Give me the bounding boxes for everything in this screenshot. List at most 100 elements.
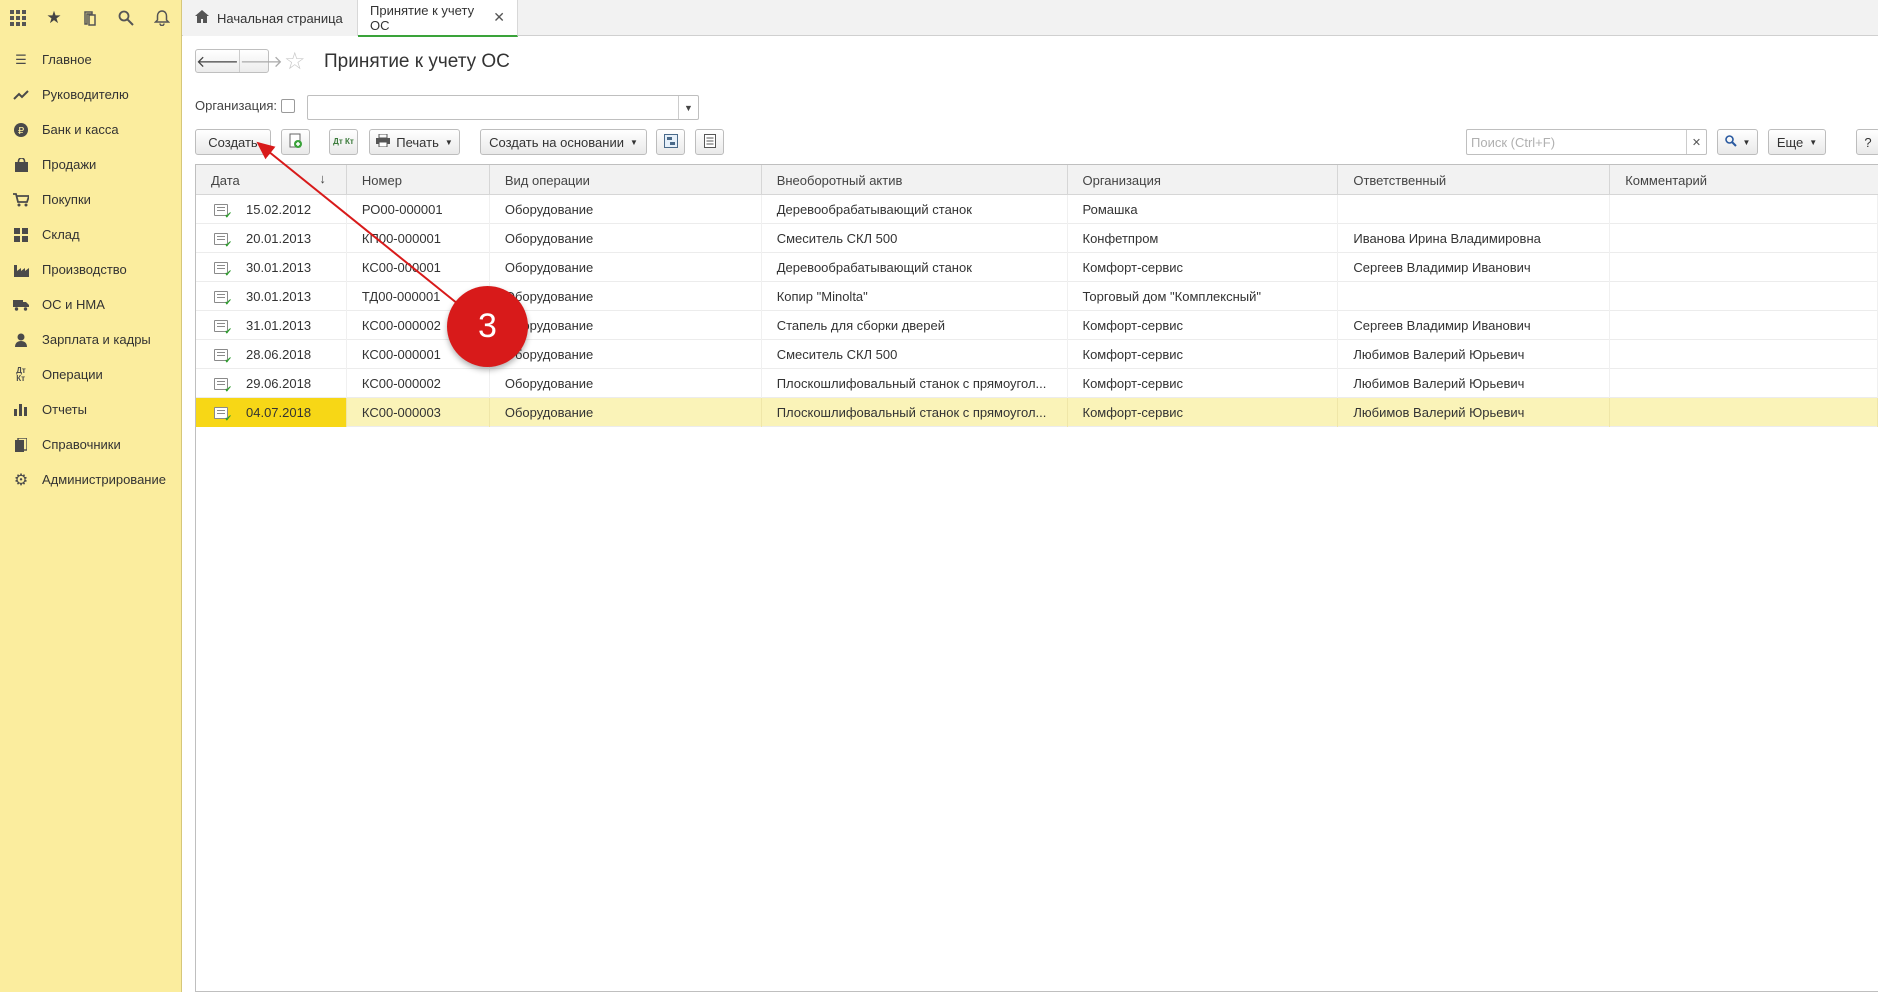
top-icons-panel: ★ (0, 0, 182, 36)
table-row[interactable]: ✔ 20.01.2013 КП00-000001 Оборудование Смесит… (196, 224, 1878, 253)
column-header-operation[interactable]: Вид операции (490, 165, 762, 195)
print-button[interactable]: Печать ▼ (369, 129, 460, 155)
sidebar-item-sales[interactable]: Продажи (0, 147, 181, 182)
factory-icon (12, 261, 30, 279)
sidebar-item-bank[interactable]: ₽ Банк и касса (0, 112, 181, 147)
create-button[interactable]: Создать (195, 129, 271, 155)
table-cell-comment (1610, 195, 1878, 224)
organization-label: Организация: (195, 98, 278, 113)
cell-text: Смеситель СКЛ 500 (776, 231, 898, 246)
organization-select[interactable]: ▼ (307, 95, 699, 120)
create-based-on-button[interactable]: Создать на основании ▼ (480, 129, 647, 155)
more-button[interactable]: Еще ▼ (1768, 129, 1826, 155)
organization-filter-checkbox[interactable] (281, 99, 295, 113)
table-row[interactable]: ✔ 15.02.2012 РО00-000001 Оборудование Дерево… (196, 195, 1878, 224)
posted-check-icon: ✔ (224, 209, 232, 220)
table-row[interactable]: ✔ 30.01.2013 КС00-000001 Оборудование Дерево… (196, 253, 1878, 282)
cell-text: КС00-000001 (361, 347, 441, 362)
table-cell-number: КС00-000001 (347, 253, 490, 282)
table-row[interactable]: ✔ 30.01.2013 ТД00-000001 Оборудование Копир … (196, 282, 1878, 311)
column-header-organization[interactable]: Организация (1068, 165, 1339, 195)
sidebar-item-label: Главное (42, 52, 92, 67)
sidebar-item-reports[interactable]: Отчеты (0, 392, 181, 427)
chevron-down-icon: ▼ (629, 137, 638, 147)
page-title: Принятие к учету ОС (324, 51, 510, 72)
apps-grid-icon[interactable] (0, 0, 36, 36)
table-row[interactable]: ✔ 28.06.2018 КС00-000001 Оборудование Смесит… (196, 340, 1878, 369)
cell-text: РО00-000001 (361, 202, 443, 217)
sidebar-item-manager[interactable]: Руководителю (0, 77, 181, 112)
sidebar-item-production[interactable]: Производство (0, 252, 181, 287)
sidebar-item-label: Администрирование (42, 472, 166, 487)
table-cell-op: Оборудование (490, 224, 762, 253)
column-header-number[interactable]: Номер (347, 165, 490, 195)
sidebar-item-main[interactable]: ☰ Главное (0, 42, 181, 77)
favorite-star-icon[interactable]: ☆ (284, 47, 306, 76)
close-tab-icon[interactable]: ✕ (493, 9, 505, 26)
table-row[interactable]: ✔ 29.06.2018 КС00-000002 Оборудование Плоско… (196, 369, 1878, 398)
copy-document-button[interactable] (281, 129, 310, 155)
chevron-down-icon: ▼ (444, 137, 453, 147)
cell-text: Деревообрабатывающий станок (776, 260, 972, 275)
warehouse-grid-icon (12, 226, 30, 244)
table-row[interactable]: ✔ 04.07.2018 КС00-000003 Оборудование Плоско… (196, 398, 1878, 427)
column-header-responsible[interactable]: Ответственный (1338, 165, 1611, 195)
help-button[interactable]: ? (1856, 129, 1878, 155)
search-button[interactable]: ▼ (1717, 129, 1758, 155)
chevron-down-icon: ▼ (1809, 137, 1818, 147)
print-button-label: Печать (396, 134, 439, 150)
truck-icon (12, 296, 30, 314)
debit-credit-icon: Дт Кт (16, 365, 26, 383)
list-icon (703, 133, 716, 151)
history-icon[interactable] (72, 0, 108, 36)
cell-text: Оборудование (504, 231, 594, 246)
cell-text: Конфетпром (1082, 231, 1159, 246)
notifications-bell-icon[interactable] (144, 0, 180, 36)
sidebar-item-warehouse[interactable]: Склад (0, 217, 181, 252)
sidebar-item-salary[interactable]: Зарплата и кадры (0, 322, 181, 357)
table-cell-number: КС00-000003 (347, 398, 490, 427)
tab-fixed-assets-acceptance[interactable]: Принятие к учету ОС ✕ (358, 0, 518, 37)
sidebar-item-label: Операции (42, 367, 103, 382)
sidebar-item-operations[interactable]: Дт Кт Операции (0, 357, 181, 392)
column-header-comment[interactable]: Комментарий (1610, 165, 1878, 195)
dt-kt-button[interactable]: Дт Кт (329, 129, 358, 155)
sidebar-item-fixed-assets[interactable]: ОС и НМА (0, 287, 181, 322)
table-cell-resp: Любимов Валерий Юрьевич (1338, 398, 1611, 427)
cell-text: 28.06.2018 (246, 347, 312, 362)
posted-check-icon: ✔ (224, 354, 232, 365)
structure-button[interactable] (656, 129, 685, 155)
table-cell-comment (1610, 398, 1878, 427)
create-based-on-label: Создать на основании (489, 134, 624, 150)
sidebar-item-references[interactable]: Справочники (0, 427, 181, 462)
cell-text: 30.01.2013 (246, 260, 312, 275)
forward-arrow-icon[interactable]: 🡒 (238, 50, 283, 72)
search-input[interactable]: Поиск (Ctrl+F) ✕ (1466, 129, 1707, 155)
table-cell-asset: Плоскошлифовальный станок с прямоугол... (762, 369, 1068, 398)
create-button-label: Создать (208, 134, 258, 150)
favorites-star-icon[interactable]: ★ (36, 0, 72, 36)
list-settings-button[interactable] (695, 129, 724, 155)
table-cell-comment (1610, 282, 1878, 311)
table-cell-op: Оборудование (490, 340, 762, 369)
column-header-date[interactable]: Дата ↓ (196, 165, 347, 195)
clear-search-icon[interactable]: ✕ (1686, 130, 1706, 154)
sidebar-item-purchases[interactable]: Покупки (0, 182, 181, 217)
tab-home[interactable]: Начальная страница (183, 0, 358, 36)
posted-document-icon: ✔ (214, 348, 232, 364)
search-icon (1724, 134, 1737, 150)
cell-text: Копир "Minolta" (776, 289, 868, 304)
column-header-asset[interactable]: Внеоборотный актив (762, 165, 1068, 195)
cell-text: КП00-000001 (361, 231, 442, 246)
sidebar-item-label: Продажи (42, 157, 97, 172)
column-header-label: Дата (211, 172, 240, 188)
sidebar-item-administration[interactable]: ⚙ Администрирование (0, 462, 181, 497)
table-cell-date: ✔ 15.02.2012 (196, 195, 347, 224)
chevron-down-icon[interactable]: ▼ (678, 96, 698, 119)
back-arrow-icon[interactable]: 🡐 (196, 50, 239, 72)
cell-text: Плоскошлифовальный станок с прямоугол... (776, 405, 1047, 420)
table-cell-asset: Плоскошлифовальный станок с прямоугол... (762, 398, 1068, 427)
posted-document-icon: ✔ (214, 261, 232, 277)
table-cell-op: Оборудование (490, 253, 762, 282)
search-icon[interactable] (108, 0, 144, 36)
